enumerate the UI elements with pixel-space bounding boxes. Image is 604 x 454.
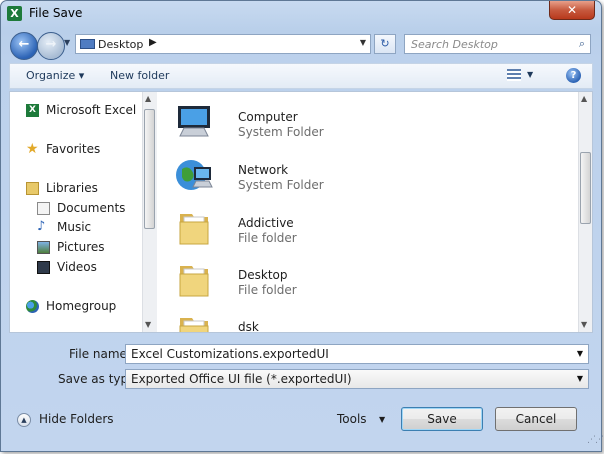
file-name-value: Excel Customizations.exportedUI: [131, 347, 329, 361]
tools-menu-button[interactable]: Tools: [337, 412, 367, 426]
search-icon[interactable]: ⌕: [579, 37, 585, 51]
cancel-button[interactable]: Cancel: [495, 407, 577, 431]
address-bar[interactable]: Desktop ▶ ▼: [75, 34, 371, 54]
scroll-down-icon[interactable]: ▼: [145, 320, 151, 329]
browser-pane: X Microsoft Excel ★ Favorites Libraries …: [9, 91, 593, 333]
list-item-desktop[interactable]: Desktop File folder: [174, 254, 474, 302]
navigation-sidebar: X Microsoft Excel ★ Favorites Libraries …: [10, 92, 141, 332]
save-type-dropdown-icon[interactable]: ▼: [577, 374, 583, 383]
recent-locations-dropdown-icon[interactable]: ▼: [64, 38, 70, 47]
file-type: System Folder: [238, 178, 324, 192]
sidebar-item-label: Documents: [57, 201, 126, 215]
sidebar-item-label: Music: [57, 220, 92, 234]
refresh-button[interactable]: ↻: [374, 34, 396, 54]
list-item-dsk[interactable]: dsk: [174, 306, 474, 333]
network-icon: [176, 160, 213, 190]
sidebar-scrollbar[interactable]: ▲ ▼: [142, 92, 157, 332]
title-bar: X File Save ✕: [1, 1, 601, 27]
forward-button[interactable]: →: [37, 32, 65, 60]
star-icon: ★: [26, 141, 39, 157]
documents-icon: [37, 202, 50, 215]
scroll-up-icon[interactable]: ▲: [581, 94, 587, 103]
file-type: File folder: [238, 231, 297, 245]
folder-icon: [179, 266, 209, 297]
file-save-dialog: X File Save ✕ ← → ▼ Desktop ▶ ▼ ↻ Search…: [0, 0, 604, 452]
pictures-icon: [37, 241, 50, 254]
save-button[interactable]: Save: [401, 407, 483, 431]
hide-folders-label: Hide Folders: [39, 412, 114, 426]
scroll-down-icon[interactable]: ▼: [581, 320, 587, 329]
computer-icon: [178, 106, 210, 137]
help-icon[interactable]: ?: [566, 68, 581, 83]
file-name: Addictive: [238, 216, 294, 230]
save-type-value: Exported Office UI file (*.exportedUI): [131, 372, 352, 386]
excel-icon: X: [7, 6, 22, 21]
libraries-icon: [26, 182, 39, 195]
organize-button[interactable]: Organize ▾: [26, 69, 84, 82]
music-icon: ♪: [37, 219, 46, 234]
address-segment-desktop[interactable]: Desktop: [98, 38, 143, 51]
list-item-network[interactable]: Network System Folder: [174, 149, 474, 197]
chevron-up-icon: ▲: [17, 413, 31, 427]
file-name: Computer: [238, 110, 298, 124]
folder-icon: [179, 318, 209, 332]
sidebar-item-label: Pictures: [57, 240, 105, 254]
sidebar-item-label: Homegroup: [46, 299, 117, 313]
search-input[interactable]: Search Desktop ⌕: [404, 34, 591, 54]
list-item-addictive[interactable]: Addictive File folder: [174, 202, 474, 250]
list-item-computer[interactable]: Computer System Folder: [174, 96, 474, 144]
command-toolbar: Organize ▾ New folder ▼ ?: [9, 63, 593, 89]
file-name-dropdown-icon[interactable]: ▼: [577, 349, 583, 358]
file-list: Computer System Folder Network System Fo…: [160, 92, 570, 333]
close-button[interactable]: ✕: [549, 1, 595, 20]
file-list-scrollbar[interactable]: ▲ ▼: [578, 92, 592, 332]
homegroup-icon: [26, 300, 39, 313]
sidebar-item-label: Favorites: [46, 142, 101, 156]
view-dropdown-icon[interactable]: ▼: [527, 70, 533, 79]
sidebar-item-label: Libraries: [46, 181, 98, 195]
address-chevron-icon[interactable]: ▶: [149, 37, 157, 48]
change-view-icon[interactable]: [507, 69, 521, 81]
folder-icon: [179, 214, 209, 245]
new-folder-button[interactable]: New folder: [110, 69, 169, 82]
desktop-icon: [80, 39, 95, 49]
file-type: System Folder: [238, 125, 324, 139]
excel-icon: X: [26, 104, 39, 117]
file-name: Desktop: [238, 268, 288, 282]
window-title: File Save: [29, 6, 83, 20]
save-type-select[interactable]: Exported Office UI file (*.exportedUI) ▼: [125, 369, 589, 389]
file-name: Network: [238, 163, 289, 177]
file-list-scroll-thumb[interactable]: [580, 152, 591, 224]
sidebar-scroll-thumb[interactable]: [144, 109, 155, 229]
sidebar-item-label: Videos: [57, 260, 97, 274]
tools-dropdown-icon[interactable]: ▼: [379, 415, 385, 424]
back-button[interactable]: ←: [10, 32, 38, 60]
sidebar-item-label: Microsoft Excel: [46, 103, 137, 117]
file-name-label: File name:: [69, 347, 131, 361]
organize-label: Organize: [26, 69, 76, 82]
resize-grip-icon[interactable]: ⋰⋰: [587, 435, 604, 445]
scroll-up-icon[interactable]: ▲: [145, 94, 151, 103]
search-placeholder: Search Desktop: [411, 38, 498, 51]
file-type: File folder: [238, 283, 297, 297]
videos-icon: [37, 261, 50, 274]
navigation-bar: ← → ▼ Desktop ▶ ▼ ↻ Search Desktop ⌕: [1, 29, 601, 61]
address-dropdown-icon[interactable]: ▼: [360, 38, 366, 47]
file-name: dsk: [238, 320, 259, 333]
file-name-field[interactable]: Excel Customizations.exportedUI ▼: [125, 344, 589, 364]
